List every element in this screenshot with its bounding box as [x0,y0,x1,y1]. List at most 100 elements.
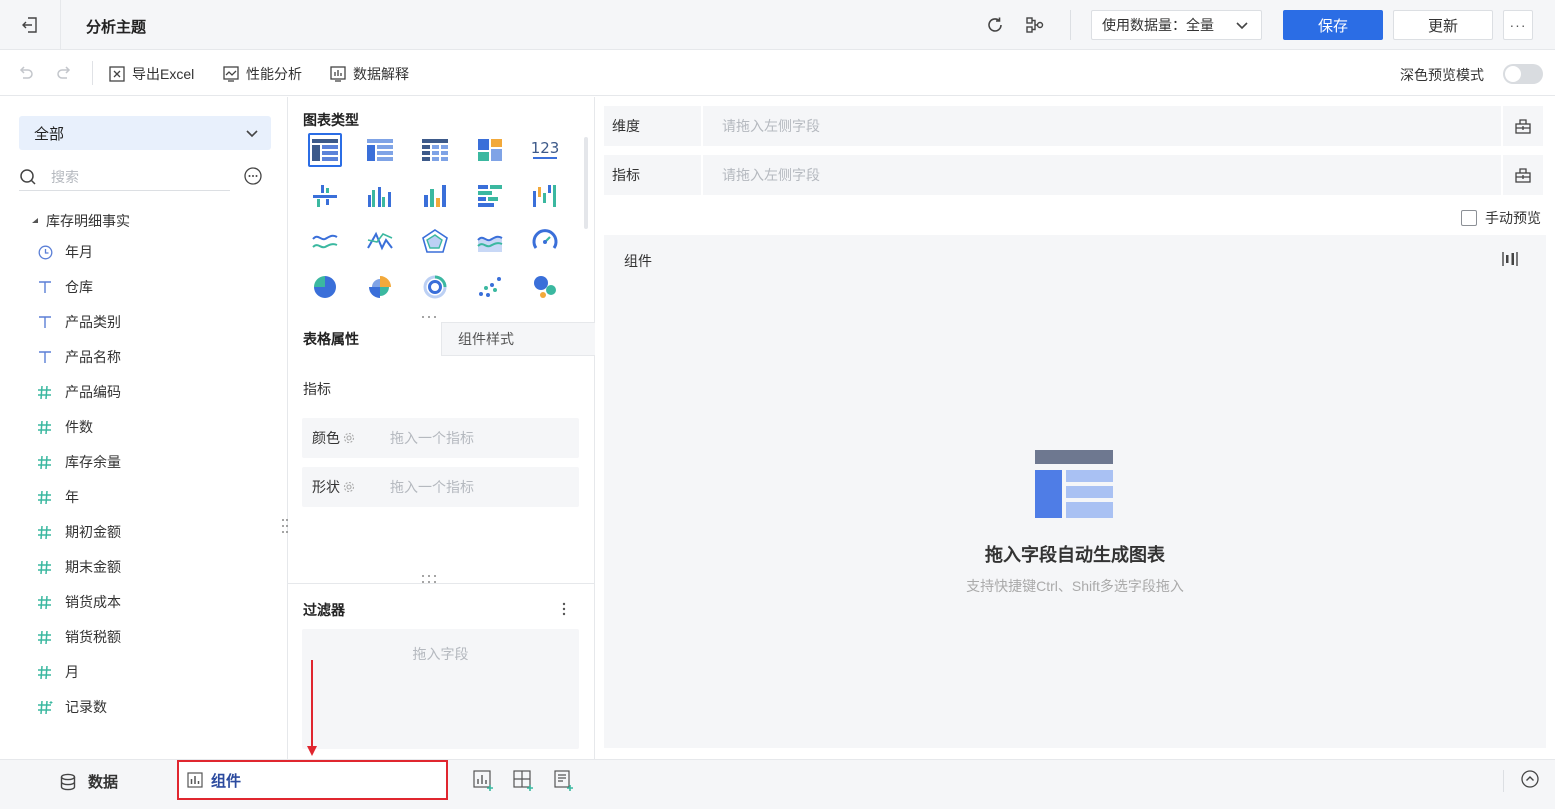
text-type-icon [37,350,53,364]
data-volume-select[interactable]: 使用数据量：全量 [1091,10,1262,40]
filter-drop-zone[interactable]: 拖入字段 [302,629,579,749]
category-select-value: 全部 [34,125,65,143]
field-label: 销货成本 [65,594,121,610]
chart-type-scrollbar[interactable] [584,137,588,229]
clock-icon [37,245,53,260]
chart-type-line-icon[interactable] [308,224,342,258]
field-label: 产品编码 [65,384,121,400]
field-item[interactable]: 销货成本 [37,591,121,613]
field-item[interactable]: 件数 [37,416,93,438]
page-title: 分析主题 [86,19,147,36]
number-type-icon [37,630,53,645]
chart-type-bar-icon[interactable] [473,179,507,213]
field-item[interactable]: 库存余量 [37,451,121,473]
data-tab-label: 数据 [88,774,119,791]
relation-icon[interactable] [1025,15,1045,35]
bar-chart-icon [187,772,203,788]
data-tab[interactable]: 数据 [60,771,118,792]
field-item[interactable]: 产品类别 [37,311,121,333]
chart-type-pie-icon[interactable] [308,270,342,304]
field-item[interactable]: 仓库 [37,276,93,298]
metric-section-label: 指标 [303,381,331,397]
field-item[interactable]: 产品编码 [37,381,121,403]
table-node[interactable]: 库存明细事实 [31,211,130,231]
tab-component-style[interactable]: 组件样式 [441,322,595,356]
chart-type-gauge-icon[interactable] [528,224,562,258]
chart-type-bubble-icon[interactable] [528,270,562,304]
chart-type-kpi-card-icon[interactable] [473,133,507,167]
add-dashboard-icon[interactable] [513,770,535,792]
dark-mode-toggle[interactable] [1503,64,1543,84]
undo-icon[interactable] [17,64,35,82]
search-placeholder: 搜索 [51,168,79,185]
shape-drop-zone[interactable]: 形状 拖入一个指标 [302,467,579,507]
chart-canvas[interactable]: 组件 拖入字段自动生成图表 支持快捷键Ctrl、Shift多选字段拖入 [604,235,1546,748]
number-type-icon [37,385,53,400]
collapse-triangle-icon [32,218,38,223]
chart-type-scatter-icon[interactable] [473,270,507,304]
excel-icon [109,66,125,82]
number-type-icon [37,665,53,680]
data-explain-button[interactable]: 数据解释 [329,64,409,84]
gear-icon[interactable] [343,432,355,444]
performance-analysis-button[interactable]: 性能分析 [222,64,302,84]
add-component-icon[interactable] [473,770,495,792]
filter-more-icon[interactable] [561,602,567,616]
more-options-icon[interactable] [244,167,262,185]
chart-type-area-icon[interactable] [473,224,507,258]
field-item[interactable]: 产品名称 [37,346,121,368]
manual-preview-checkbox[interactable]: 手动预览 [1461,208,1541,228]
field-item[interactable]: 期末金额 [37,556,121,578]
category-select[interactable]: 全部 [19,116,271,150]
metric-label: 指标 [612,167,640,183]
chart-type-rose-icon[interactable] [363,270,397,304]
metric-settings-icon[interactable] [1501,155,1543,195]
field-item[interactable]: 记录数 [37,696,107,718]
chart-type-column-icon[interactable] [418,179,452,213]
chart-type-number-icon[interactable]: 123 [528,133,562,167]
chart-type-radar-icon[interactable] [418,224,452,258]
more-button[interactable]: ··· [1503,10,1533,40]
dimension-settings-icon[interactable] [1501,106,1543,146]
dimension-drop-zone[interactable]: 请拖入左侧字段 [701,106,1501,146]
color-label: 颜色 [312,430,340,446]
export-excel-label: 导出Excel [132,66,195,82]
chart-type-bar-diverge-icon[interactable] [308,179,342,213]
filter-title: 过滤器 [303,602,345,618]
field-item[interactable]: 年 [37,486,79,508]
field-label: 产品名称 [65,349,121,365]
gear-icon[interactable] [343,481,355,493]
chart-type-sunburst-icon[interactable] [418,270,452,304]
checkbox[interactable] [1461,210,1477,226]
add-report-icon[interactable] [553,770,575,792]
collapse-up-icon[interactable] [1521,770,1539,788]
shape-label: 形状 [312,479,340,495]
component-tab[interactable]: 组件 [177,760,448,800]
dimension-slot: 维度 请拖入左侧字段 [604,106,1543,146]
update-button[interactable]: 更新 [1393,10,1493,40]
chart-type-group-table-icon[interactable] [363,133,397,167]
chart-type-title: 图表类型 [303,112,359,128]
tab-table-properties[interactable]: 表格属性 [288,322,441,356]
field-item[interactable]: 期初金额 [37,521,121,543]
chart-type-detail-table-icon[interactable] [308,133,342,167]
align-icon[interactable] [1502,251,1518,267]
divider [1070,10,1071,40]
chart-editor-area: 维度 请拖入左侧字段 指标 请拖入左侧字段 手动预览 组件 拖入字段自动生成图表… [595,97,1555,759]
color-drop-zone[interactable]: 颜色 拖入一个指标 [302,418,579,458]
divider [1503,770,1504,792]
metric-drop-zone[interactable]: 请拖入左侧字段 [701,155,1501,195]
exit-button[interactable] [0,0,61,50]
field-search-input[interactable]: 搜索 [19,163,230,191]
chart-type-cross-table-icon[interactable] [418,133,452,167]
field-item[interactable]: 年月 [37,241,93,263]
save-button[interactable]: 保存 [1283,10,1383,40]
chart-type-waterfall-icon[interactable] [528,179,562,213]
field-item[interactable]: 月 [37,661,79,683]
export-excel-button[interactable]: 导出Excel [108,64,194,84]
chart-type-grouped-column-icon[interactable] [363,179,397,213]
redo-icon[interactable] [55,64,73,82]
refresh-icon[interactable] [985,15,1005,35]
chart-type-polyline-icon[interactable] [363,224,397,258]
field-item[interactable]: 销货税额 [37,626,121,648]
